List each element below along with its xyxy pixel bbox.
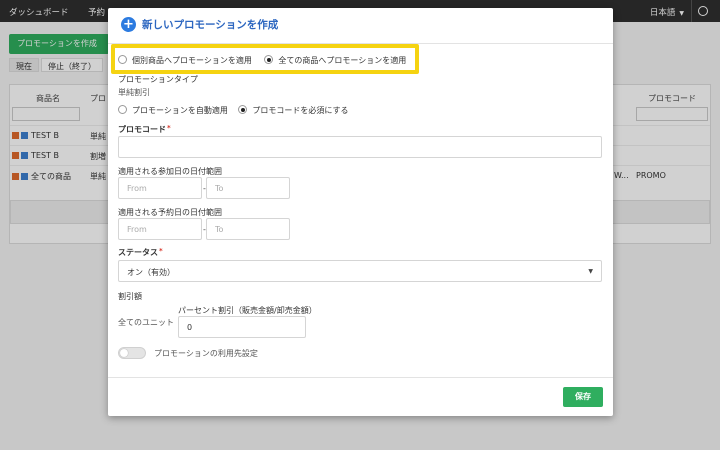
- modal-header: + 新しいプロモーションを作成: [108, 8, 613, 44]
- code-mode-required[interactable]: プロモコードを必須にする: [238, 105, 348, 116]
- usage-settings-toggle[interactable]: [118, 347, 146, 359]
- all-units-label: 全てのユニット: [118, 318, 174, 327]
- promo-code-input[interactable]: [118, 136, 602, 158]
- modal-footer: 保存: [108, 377, 613, 416]
- discount-percent-input[interactable]: [178, 316, 306, 338]
- promotion-type-value: 単純割引: [118, 88, 150, 97]
- code-mode-radio-group: プロモーションを自動適用 プロモコードを必須にする: [118, 105, 348, 116]
- promotion-type-label: プロモーションタイプ: [118, 75, 198, 84]
- radio-unchecked-icon[interactable]: [118, 105, 127, 114]
- plus-circle-icon: +: [121, 17, 136, 32]
- booking-date-to-input[interactable]: [206, 218, 290, 240]
- modal-title: 新しいプロモーションを作成: [142, 19, 279, 31]
- discount-label: 割引額: [118, 292, 142, 301]
- booking-date-from-input[interactable]: [118, 218, 202, 240]
- status-label: ステータス*: [118, 247, 163, 257]
- code-mode-label: プロモーションを自動適用: [132, 106, 228, 115]
- participation-date-range-label: 適用される参加日の日付範囲: [118, 167, 222, 176]
- radio-checked-icon[interactable]: [238, 105, 248, 114]
- required-mark: *: [159, 247, 163, 255]
- save-button[interactable]: 保存: [563, 387, 603, 407]
- participation-date-from-input[interactable]: [118, 177, 202, 199]
- booking-date-range-label: 適用される予約日の日付範囲: [118, 208, 222, 217]
- chevron-down-icon: ▼: [588, 268, 593, 275]
- code-mode-auto[interactable]: プロモーションを自動適用: [118, 105, 228, 116]
- status-select[interactable]: オン（有効） ▼: [118, 260, 602, 282]
- promo-code-label: プロモコード*: [118, 124, 171, 134]
- usage-settings-label: プロモーションの利用先設定: [154, 349, 258, 358]
- percent-discount-label: パーセント割引（販売金額/卸売金額）: [178, 306, 317, 315]
- required-mark: *: [167, 124, 171, 132]
- create-promotion-modal: + 新しいプロモーションを作成 個別商品へプロモーションを適用 全ての商品へプロ…: [108, 8, 613, 416]
- highlight-box: [111, 44, 419, 74]
- code-mode-label: プロモコードを必須にする: [252, 106, 349, 115]
- status-selected-value: オン（有効）: [127, 268, 175, 277]
- participation-date-to-input[interactable]: [206, 177, 290, 199]
